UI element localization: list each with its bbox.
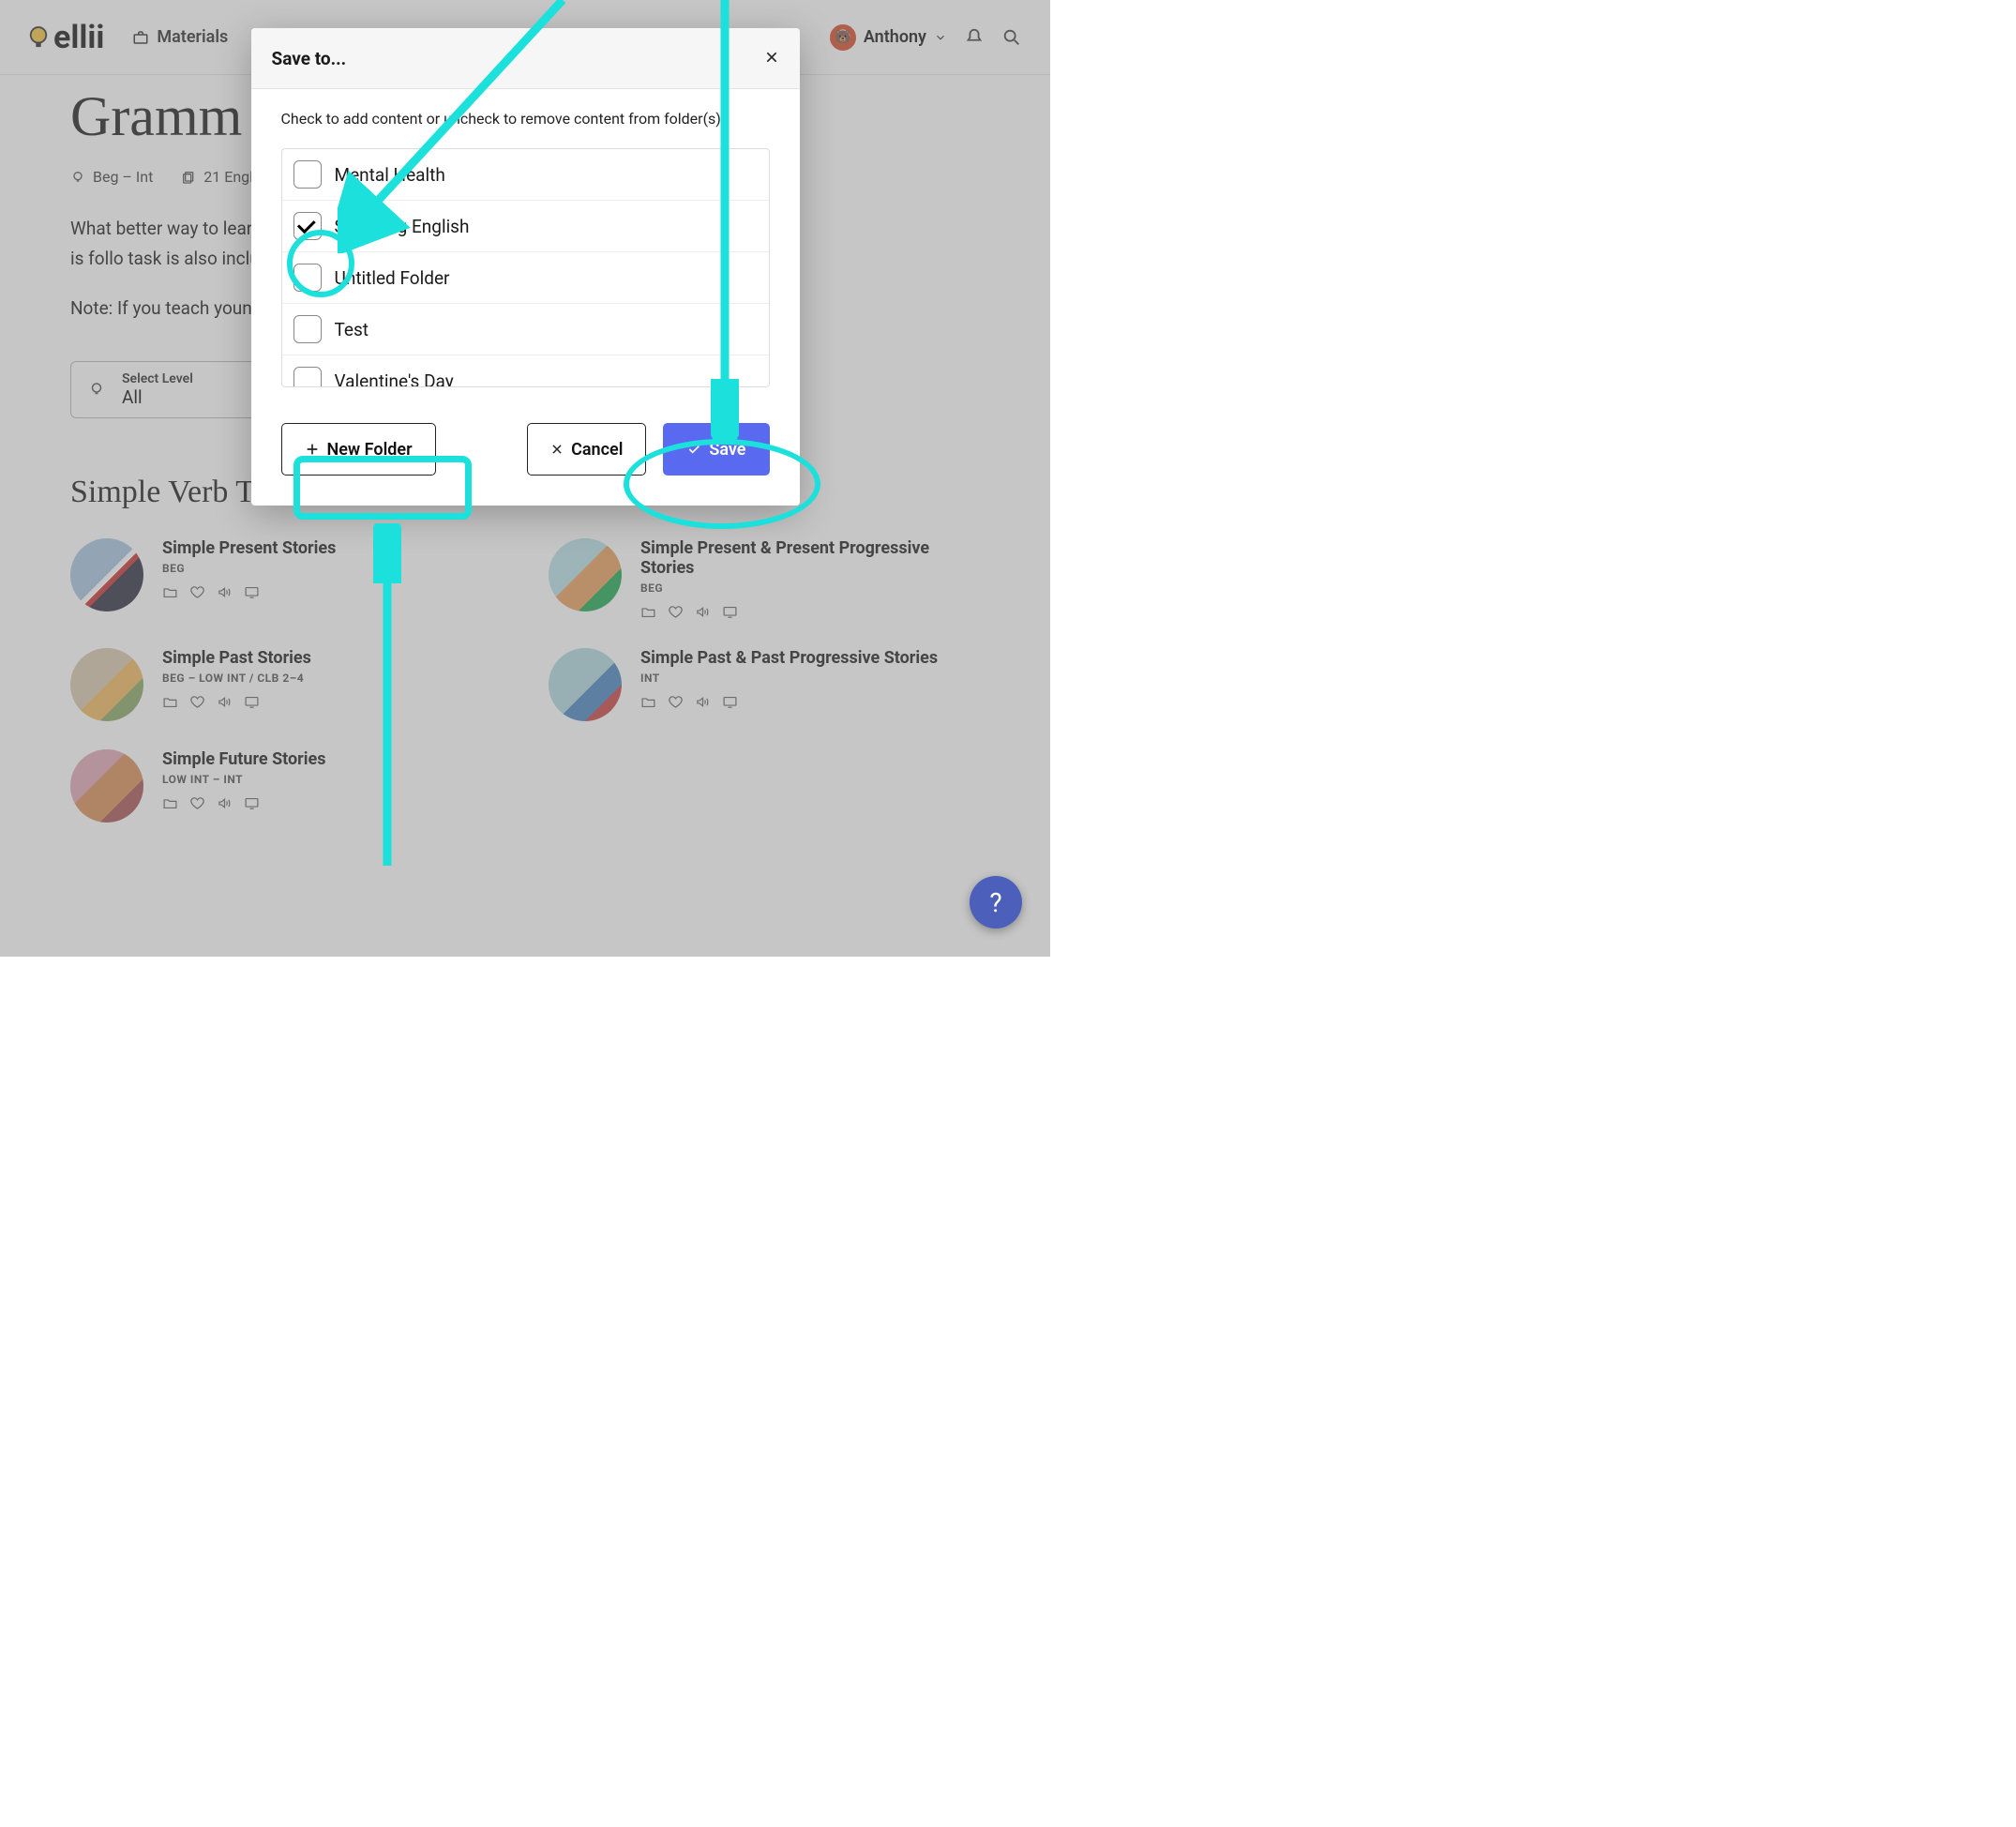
help-label: ? [989,887,1001,918]
folder-name: Valentine's Day [335,370,454,388]
folder-name: Speaking English [335,216,470,237]
folder-name: Test [335,319,369,340]
folder-checkbox[interactable] [293,315,322,343]
save-label: Save [709,440,745,460]
close-icon [764,50,779,65]
folder-row[interactable]: Valentine's Day [282,355,769,387]
cancel-label: Cancel [571,440,623,460]
check-icon [686,442,701,457]
folder-list: Mental Health Speaking English Untitled … [281,148,770,387]
folder-name: Untitled Folder [335,267,450,289]
modal-hint: Check to add content or uncheck to remov… [281,110,770,128]
folder-checkbox[interactable] [293,160,322,189]
help-button[interactable]: ? [970,876,1022,929]
folder-checkbox[interactable] [293,367,322,387]
folder-row[interactable]: Mental Health [282,149,769,201]
folder-row[interactable]: Test [282,304,769,355]
folder-checkbox[interactable] [293,212,322,240]
folder-row[interactable]: Untitled Folder [282,252,769,304]
new-folder-label: New Folder [327,440,413,460]
plus-icon [305,442,320,457]
save-to-modal: Save to... Check to add content or unche… [251,28,800,506]
modal-actions: New Folder Cancel Save [251,397,800,506]
modal-title: Save to... [272,48,347,69]
close-icon [550,443,564,456]
folder-name: Mental Health [335,164,445,186]
cancel-button[interactable]: Cancel [527,423,646,476]
save-button[interactable]: Save [663,423,769,476]
folder-checkbox[interactable] [293,264,322,292]
new-folder-button[interactable]: New Folder [281,423,436,476]
modal-header: Save to... [251,28,800,89]
folder-row[interactable]: Speaking English [282,201,769,252]
modal-backdrop: Save to... Check to add content or unche… [0,0,1050,957]
modal-close-button[interactable] [764,47,779,69]
